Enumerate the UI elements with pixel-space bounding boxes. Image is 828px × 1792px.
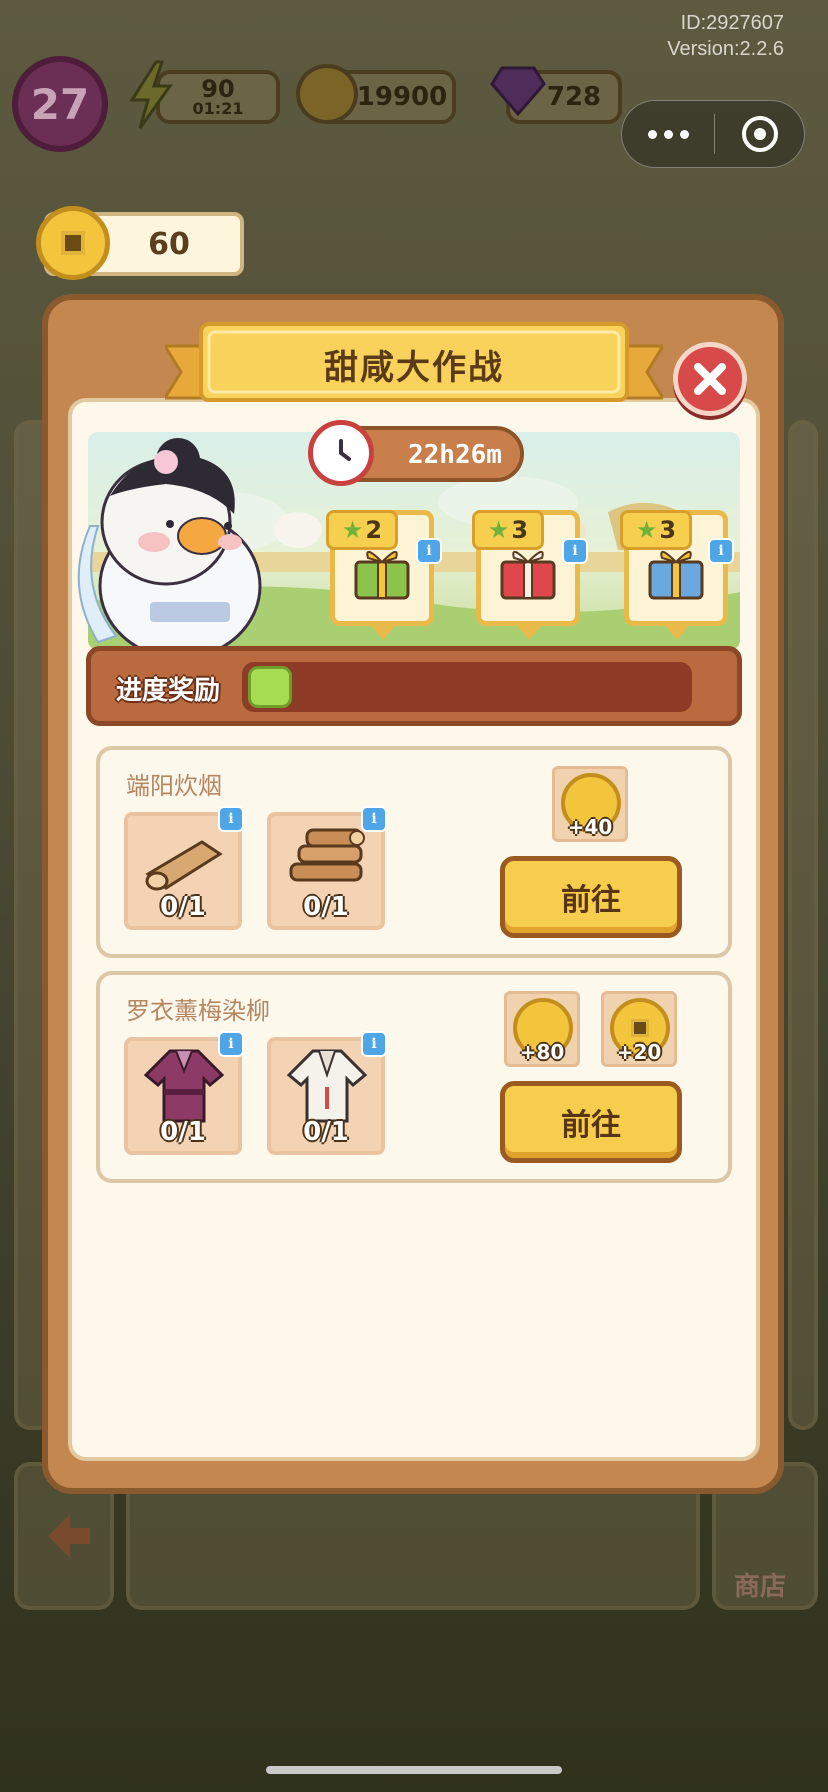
star-icon: ★ xyxy=(341,516,364,544)
more-menu-button[interactable] xyxy=(622,129,714,139)
close-miniprogram-button[interactable] xyxy=(715,114,804,154)
gift-pointer xyxy=(514,622,544,640)
purple-robe-icon xyxy=(143,1049,225,1123)
item-count: 0/1 xyxy=(303,1117,349,1147)
gem-icon xyxy=(490,66,546,117)
progress-track xyxy=(242,662,692,712)
item-count: 0/1 xyxy=(160,892,206,922)
gift-pointer xyxy=(368,622,398,640)
background-panel-right xyxy=(788,420,818,1430)
gift-star-tag: ★ 3 xyxy=(472,510,544,550)
copper-coin-value: 60 xyxy=(148,226,190,262)
info-icon[interactable]: i xyxy=(218,806,244,832)
progress-fill xyxy=(248,666,292,708)
go-button[interactable]: 前往 xyxy=(500,856,682,938)
gift-star-count: 2 xyxy=(365,516,383,544)
player-id-text: ID:2927607 Version:2.2.6 xyxy=(667,10,784,62)
level-value: 27 xyxy=(30,79,90,129)
close-button[interactable] xyxy=(673,342,747,416)
target-icon xyxy=(741,116,778,152)
close-icon xyxy=(694,363,726,395)
level-badge[interactable]: 27 xyxy=(12,56,108,152)
gem-value: 728 xyxy=(546,82,602,112)
star-icon: ★ xyxy=(635,516,658,544)
home-indicator xyxy=(266,1766,562,1774)
reward-amount: +80 xyxy=(519,1040,565,1064)
version-label: Version:2.2.6 xyxy=(667,38,784,60)
gift-star-tag: ★ 3 xyxy=(620,510,692,550)
star-icon: ★ xyxy=(487,516,510,544)
gift-pointer xyxy=(662,622,692,640)
timer-value: 22h26m xyxy=(408,440,502,470)
task-title: 端阳炊烟 xyxy=(126,772,222,800)
rice-dumpling-icon xyxy=(274,512,322,548)
firewood-pile-icon xyxy=(289,828,365,882)
wood-log-icon xyxy=(145,840,223,891)
energy-value: 90 xyxy=(201,75,235,103)
gold-coin-icon xyxy=(296,64,358,124)
task-title: 罗衣薰梅染柳 xyxy=(126,997,270,1025)
item-count: 0/1 xyxy=(160,1117,206,1147)
item-count: 0/1 xyxy=(303,892,349,922)
info-icon[interactable]: i xyxy=(361,806,387,832)
energy-timer: 01:21 xyxy=(192,99,244,118)
reward-amount: +20 xyxy=(616,1040,662,1064)
white-robe-icon xyxy=(286,1049,368,1123)
info-icon[interactable]: i xyxy=(562,538,588,564)
go-button[interactable]: 前往 xyxy=(500,1081,682,1163)
shop-label: 商店 xyxy=(734,1572,787,1602)
gift-star-tag: ★ 2 xyxy=(326,510,398,550)
coin-value: 19900 xyxy=(356,82,448,112)
info-icon[interactable]: i xyxy=(218,1031,244,1057)
task-reward: +40 xyxy=(552,766,628,842)
info-icon[interactable]: i xyxy=(361,1031,387,1057)
modal-title: 甜咸大作战 xyxy=(324,348,504,388)
reward-amount: +40 xyxy=(567,815,613,839)
info-icon[interactable]: i xyxy=(708,538,734,564)
info-icon[interactable]: i xyxy=(416,538,442,564)
flower-hairpin-icon xyxy=(154,450,178,474)
copper-coin-icon xyxy=(36,206,110,280)
progress-label: 进度奖励 xyxy=(116,676,221,706)
penguin-character xyxy=(77,438,262,648)
gift-star-count: 3 xyxy=(511,516,529,544)
gift-star-count: 3 xyxy=(659,516,677,544)
miniprogram-capsule xyxy=(621,100,805,168)
clock-icon xyxy=(308,420,374,486)
id-label: ID:2927607 xyxy=(680,12,784,34)
task-reward: +80 xyxy=(504,991,580,1067)
task-reward: +20 xyxy=(601,991,677,1067)
lightning-icon xyxy=(129,60,173,129)
